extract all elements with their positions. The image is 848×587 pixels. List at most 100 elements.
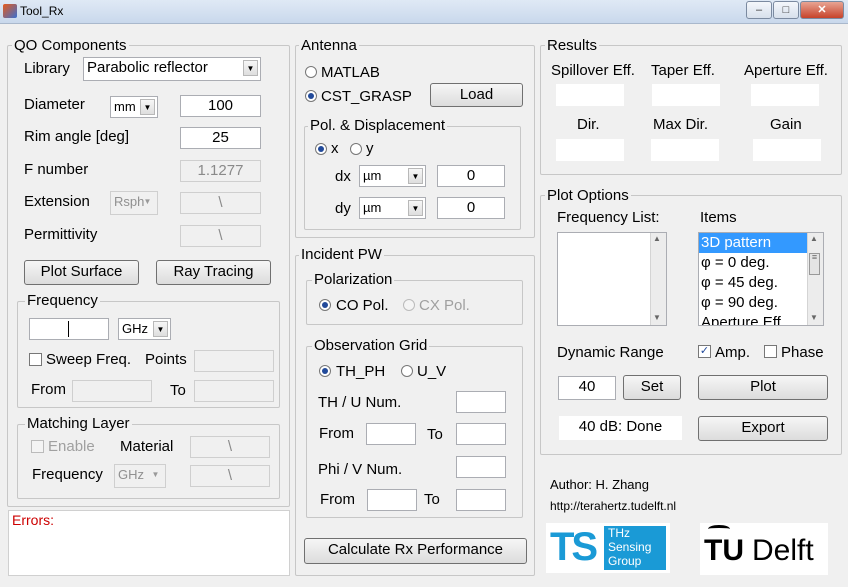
material-field: \ [190, 436, 270, 458]
dx-unit-value: µm [363, 168, 382, 183]
to-field [194, 380, 274, 402]
items-label: Items [700, 209, 737, 226]
scroll-up-icon[interactable]: ▲ [810, 234, 818, 243]
dy-unit-value: µm [363, 200, 382, 215]
phi-to-field[interactable] [456, 489, 506, 511]
cst-grasp-label: CST_GRASP [321, 88, 412, 105]
u-v-label: U_V [417, 363, 447, 380]
library-dropdown[interactable]: Parabolic reflector ▼ [83, 57, 261, 81]
scroll-thumb[interactable]: ≡ [809, 253, 820, 275]
taper-eff-label: Taper Eff. [651, 62, 715, 79]
dx-label: dx [335, 168, 351, 185]
chevron-down-icon: ▼ [153, 321, 168, 337]
th-from-field[interactable] [366, 423, 416, 445]
flame-icon [708, 525, 730, 533]
th-ph-label: TH_PH [336, 363, 386, 380]
dx-unit-dropdown[interactable]: µm ▼ [359, 165, 426, 187]
frequency-list-scrollbar[interactable] [650, 233, 666, 325]
max-dir-value [651, 139, 719, 161]
matching-frequency-field: \ [190, 465, 270, 487]
matching-unit-dropdown: GHz ▼ [114, 464, 166, 488]
plot-options-title: Plot Options [545, 187, 631, 204]
rim-angle-field[interactable]: 25 [180, 127, 261, 149]
antenna-title: Antenna [299, 37, 359, 54]
th-to-field[interactable] [456, 423, 506, 445]
load-button[interactable]: Load [430, 83, 523, 107]
pol-x-radio[interactable] [315, 143, 327, 155]
polarization-title: Polarization [312, 271, 395, 288]
list-item[interactable]: φ = 90 deg. [699, 293, 807, 313]
matlab-radio[interactable] [305, 66, 317, 78]
spillover-eff-label: Spillover Eff. [551, 62, 635, 79]
scroll-up-icon[interactable]: ▲ [653, 234, 661, 243]
permittivity-field: \ [180, 225, 261, 247]
phi-v-num-field[interactable] [456, 456, 506, 478]
ts-logo-line1: THz [608, 526, 630, 540]
co-pol-radio[interactable] [319, 299, 331, 311]
cx-pol-radio [403, 299, 415, 311]
list-item[interactable]: φ = 0 deg. [699, 253, 807, 273]
dy-label: dy [335, 200, 351, 217]
maximize-button[interactable]: □ [773, 1, 799, 19]
author-url[interactable]: http://terahertz.tudelft.nl [550, 497, 676, 515]
tu-delft-logo-tu: TU [704, 534, 744, 567]
f-number-field: 1.1277 [180, 160, 261, 182]
plot-button[interactable]: Plot [698, 375, 828, 400]
items-list-scrollbar[interactable] [807, 233, 823, 325]
scroll-down-icon[interactable]: ▼ [810, 313, 818, 322]
title-bar[interactable] [0, 0, 848, 24]
chevron-down-icon: ▼ [408, 168, 423, 184]
points-field [194, 350, 274, 372]
results-title: Results [545, 37, 600, 54]
list-item[interactable]: 3D pattern [699, 233, 807, 253]
th-to-label: To [427, 426, 443, 443]
library-value: Parabolic reflector [87, 59, 208, 76]
frequency-unit-value: GHz [122, 321, 148, 336]
pol-x-label: x [331, 140, 339, 157]
calculate-rx-performance-button[interactable]: Calculate Rx Performance [304, 538, 527, 564]
phi-from-field[interactable] [367, 489, 417, 511]
co-pol-label: CO Pol. [336, 297, 389, 314]
diameter-field[interactable]: 100 [180, 95, 261, 117]
dynamic-range-field[interactable]: 40 [558, 376, 616, 400]
dx-field[interactable]: 0 [437, 165, 505, 187]
author-text: Author: H. Zhang [550, 477, 649, 492]
th-u-num-field[interactable] [456, 391, 506, 413]
frequency-field[interactable] [29, 318, 109, 340]
tu-delft-logo: TU Delft [700, 523, 828, 575]
close-button[interactable]: ✕ [800, 1, 844, 19]
window-title: Tool_Rx [20, 4, 64, 18]
list-item[interactable]: Aperture Eff. [699, 313, 807, 325]
list-item[interactable]: φ = 45 deg. [699, 273, 807, 293]
dy-field[interactable]: 0 [437, 197, 505, 219]
dy-unit-dropdown[interactable]: µm ▼ [359, 197, 426, 219]
points-label: Points [145, 351, 187, 368]
library-label: Library [24, 60, 70, 77]
ray-tracing-button[interactable]: Ray Tracing [156, 260, 271, 285]
observation-grid-title: Observation Grid [312, 337, 430, 354]
amp-checkbox[interactable]: ✓ [698, 345, 711, 358]
export-button[interactable]: Export [698, 416, 828, 441]
th-from-label: From [319, 425, 354, 442]
to-label: To [170, 382, 186, 399]
matching-unit-value: GHz [118, 467, 144, 482]
scroll-down-icon[interactable]: ▼ [653, 313, 661, 322]
diameter-unit-dropdown[interactable]: mm ▼ [110, 96, 158, 118]
pol-y-radio[interactable] [350, 143, 362, 155]
incident-pw-title: Incident PW [299, 246, 384, 263]
th-ph-radio[interactable] [319, 365, 331, 377]
u-v-radio[interactable] [401, 365, 413, 377]
phi-from-label: From [320, 491, 355, 508]
cx-pol-label: CX Pol. [419, 297, 470, 314]
items-list[interactable]: 3D pattern φ = 0 deg. φ = 45 deg. φ = 90… [698, 232, 824, 326]
plot-surface-button[interactable]: Plot Surface [24, 260, 139, 285]
frequency-unit-dropdown[interactable]: GHz ▼ [118, 318, 171, 340]
minimize-button[interactable]: – [746, 1, 772, 19]
cst-grasp-radio[interactable] [305, 90, 317, 102]
chevron-down-icon: ▼ [243, 60, 258, 76]
max-dir-label: Max Dir. [653, 116, 709, 133]
sweep-freq-checkbox[interactable] [29, 353, 42, 366]
phi-to-label: To [424, 491, 440, 508]
set-button[interactable]: Set [623, 375, 681, 400]
phase-checkbox[interactable] [764, 345, 777, 358]
